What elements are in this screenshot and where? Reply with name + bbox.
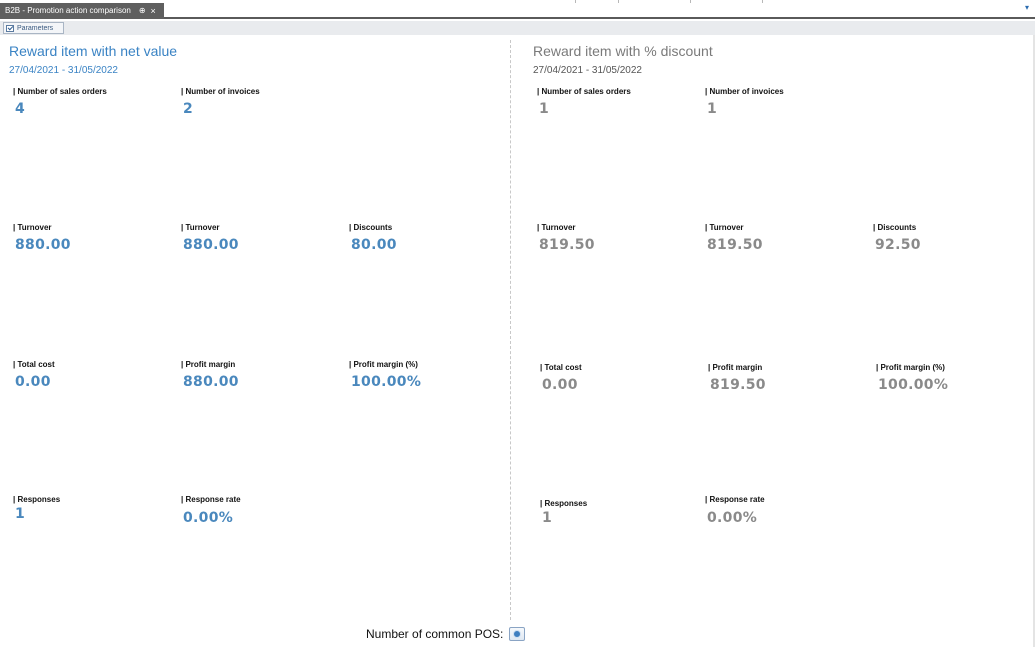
metric-turnover-2: Turnover 880.00 [181, 223, 239, 253]
tab-promotion-action-comparison[interactable]: B2B - Promotion action comparison ⊕ × [0, 3, 164, 19]
metric-label: Discounts [873, 223, 921, 232]
close-icon[interactable]: × [151, 3, 156, 19]
metric-value: 0.00% [707, 510, 758, 526]
metric-label: Number of invoices [705, 87, 783, 96]
panel-percent-discount: Reward item with % discount 27/04/2021 -… [524, 35, 1035, 647]
metric-profit-margin-pct: Profit margin (%) 100.00% [876, 363, 948, 393]
metric-value: 1 [15, 506, 26, 522]
panel-title: Reward item with net value [9, 43, 178, 59]
metric-sales-orders: Number of sales orders 1 [537, 87, 631, 117]
metric-profit-margin: Profit margin 819.50 [708, 363, 766, 393]
metric-label: Number of sales orders [13, 87, 106, 96]
panel-title: Reward item with % discount [533, 43, 713, 59]
metric-value: 100.00% [351, 374, 422, 390]
common-pos-lookup-button[interactable] [509, 627, 526, 641]
metric-label: Profit margin [708, 363, 766, 372]
metric-value: 0.00% [183, 510, 234, 526]
metric-discounts: Discounts 92.50 [873, 223, 921, 253]
metric-value: 880.00 [183, 374, 239, 390]
metric-label: Turnover [13, 223, 71, 232]
common-pos-label: Number of common POS: [366, 627, 504, 641]
metric-value: 0.00 [15, 374, 51, 390]
parameters-button[interactable]: Parameters [3, 22, 64, 34]
pin-icon[interactable]: ⊕ [139, 3, 146, 19]
metric-label: Turnover [181, 223, 239, 232]
metric-label: Turnover [537, 223, 595, 232]
metric-value: 880.00 [183, 237, 239, 253]
metric-responses: Responses 1 [540, 499, 587, 526]
metric-profit-margin: Profit margin 880.00 [181, 360, 239, 390]
metric-label: Number of invoices [181, 87, 259, 96]
metric-value: 819.50 [707, 237, 763, 253]
parameters-icon [6, 24, 14, 32]
metric-value: 100.00% [878, 377, 949, 393]
metric-value: 819.50 [539, 237, 595, 253]
metric-label: Profit margin (%) [876, 363, 948, 372]
metric-value: 4 [15, 101, 26, 117]
metric-responses: Responses 1 [13, 495, 60, 522]
metric-value: 1 [539, 101, 550, 117]
metric-label: Discounts [349, 223, 397, 232]
panel-divider [510, 40, 511, 620]
metric-turnover-2: Turnover 819.50 [705, 223, 763, 253]
parameters-button-label: Parameters [17, 24, 54, 32]
metric-label: Responses [13, 495, 60, 504]
metric-value: 1 [542, 510, 553, 526]
metric-value: 80.00 [351, 237, 397, 253]
metric-value: 880.00 [15, 237, 71, 253]
metric-value: 92.50 [875, 237, 921, 253]
metric-value: 1 [707, 101, 718, 117]
metric-label: Number of sales orders [537, 87, 630, 96]
metric-invoices: Number of invoices 1 [705, 87, 784, 117]
panel-date-range: 27/04/2021 - 31/05/2022 [533, 65, 642, 76]
metric-value: 0.00 [542, 377, 578, 393]
metric-label: Profit margin (%) [349, 360, 421, 369]
metric-invoices: Number of invoices 2 [181, 87, 260, 117]
metric-value: 819.50 [710, 377, 766, 393]
metric-turnover: Turnover 880.00 [13, 223, 71, 253]
metric-profit-margin-pct: Profit margin (%) 100.00% [349, 360, 421, 390]
metric-label: Total cost [540, 363, 581, 372]
chevron-down-icon[interactable]: ▾ [1025, 3, 1029, 12]
tab-label: B2B - Promotion action comparison [5, 6, 131, 15]
metric-sales-orders: Number of sales orders 4 [13, 87, 107, 117]
metric-total-cost: Total cost 0.00 [540, 363, 582, 393]
metric-turnover: Turnover 819.50 [537, 223, 595, 253]
metric-response-rate: Response rate 0.00% [705, 495, 765, 526]
panel-date-range: 27/04/2021 - 31/05/2022 [9, 65, 118, 76]
document-tab-strip: B2B - Promotion action comparison ⊕ × ▾ [0, 0, 1035, 19]
metric-label: Profit margin [181, 360, 239, 369]
toolbar: Parameters [0, 21, 1035, 35]
metric-discounts: Discounts 80.00 [349, 223, 397, 253]
common-pos-row: Number of common POS: [366, 626, 526, 642]
metric-label: Responses [540, 499, 587, 508]
panel-net-value: Reward item with net value 27/04/2021 - … [0, 35, 510, 647]
metric-label: Total cost [13, 360, 54, 369]
metric-label: Response rate [705, 495, 764, 504]
metric-label: Response rate [181, 495, 240, 504]
metric-label: Turnover [705, 223, 763, 232]
metric-value: 2 [183, 101, 194, 117]
metric-response-rate: Response rate 0.00% [181, 495, 241, 526]
metric-total-cost: Total cost 0.00 [13, 360, 55, 390]
